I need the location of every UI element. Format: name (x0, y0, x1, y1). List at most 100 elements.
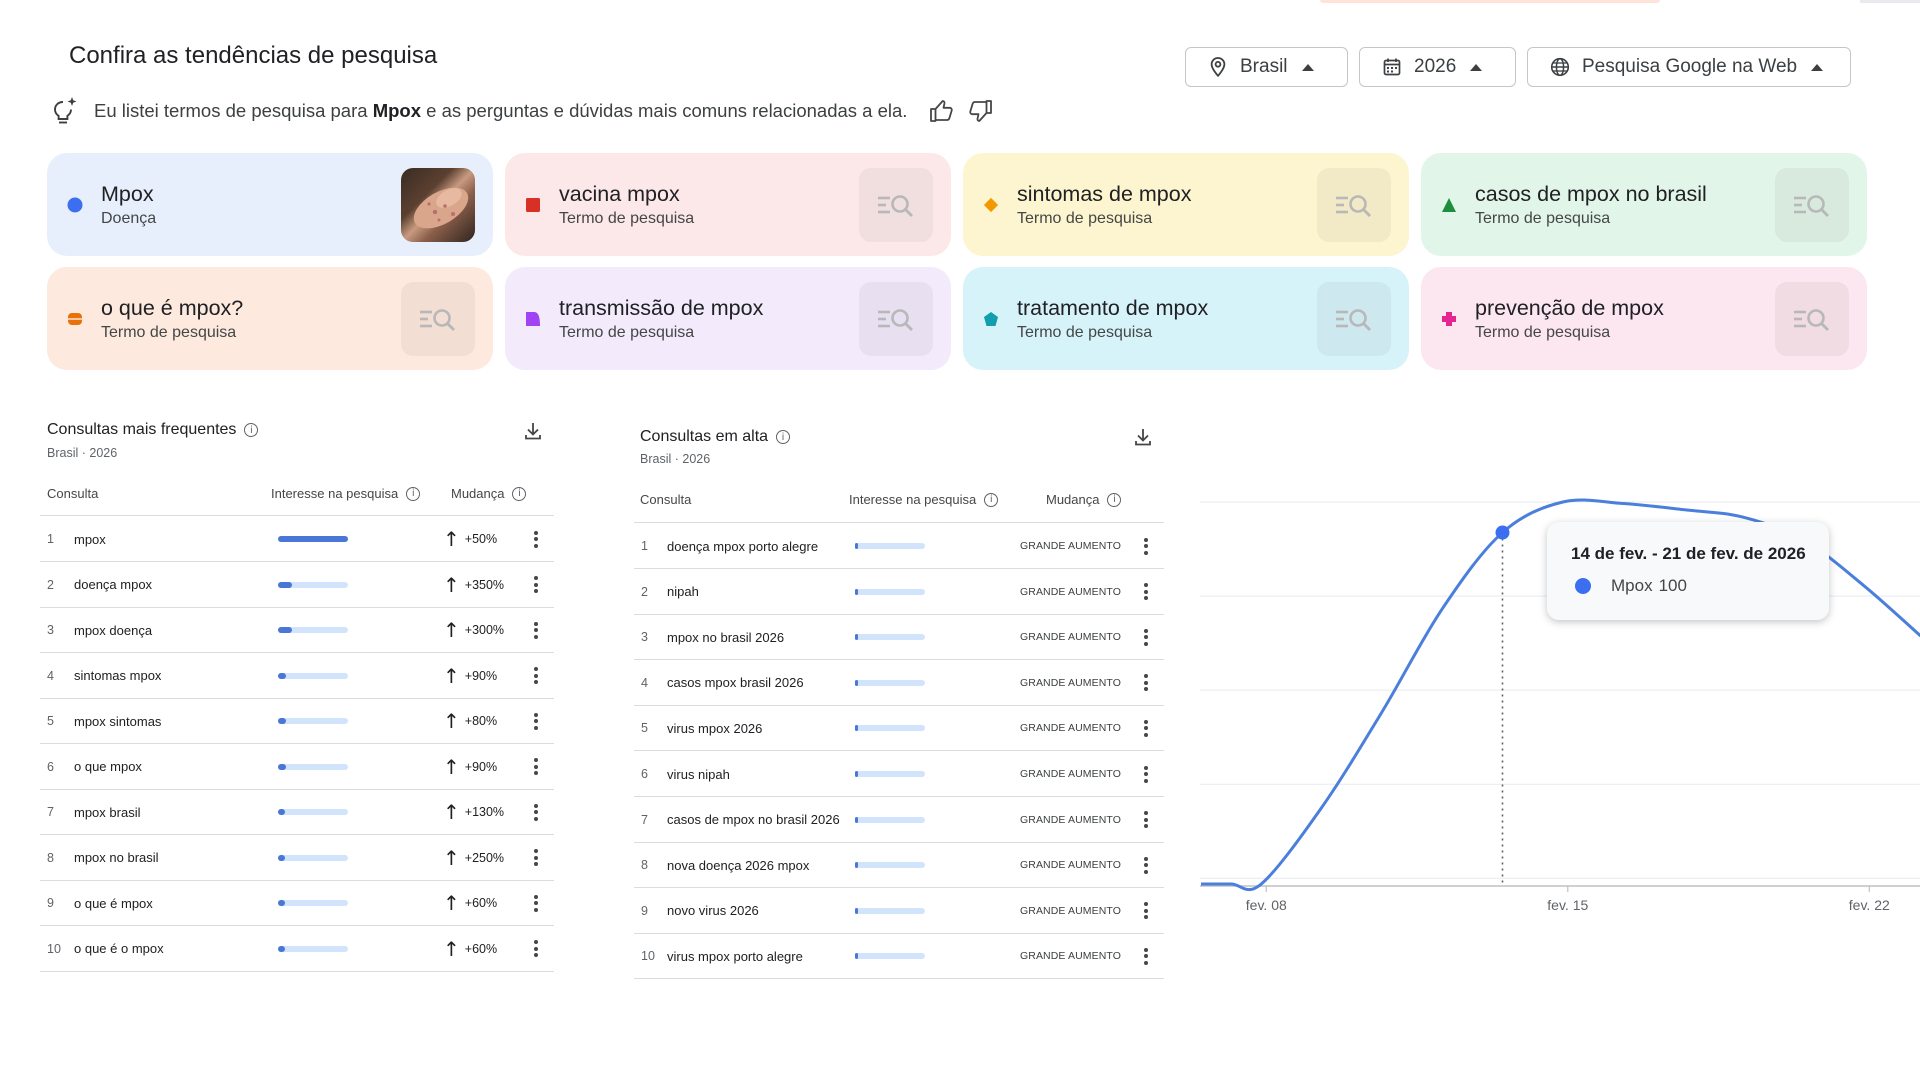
row-query[interactable]: doença mpox porto alegre (667, 539, 818, 554)
topic-card[interactable]: sintomas de mpox Termo de pesquisa (963, 153, 1409, 256)
topic-card-title: transmissão de mpox (559, 295, 764, 320)
row-query[interactable]: virus mpox 2026 (667, 721, 762, 736)
caret-up-icon (1811, 63, 1824, 71)
row-query[interactable]: mpox (74, 532, 106, 547)
location-filter-label: Brasil (1240, 56, 1288, 77)
info-icon[interactable]: i (406, 486, 421, 501)
more-options-icon[interactable] (1144, 537, 1148, 555)
info-icon[interactable]: i (1107, 492, 1122, 507)
row-query[interactable]: mpox no brasil (74, 850, 159, 865)
row-query[interactable]: o que é mpox (74, 896, 153, 911)
rising-queries-col-interest-text: Interesse na pesquisa (849, 492, 977, 507)
more-options-icon[interactable] (534, 803, 538, 821)
table-row[interactable]: 2 doença mpox ↑ +350% (40, 563, 554, 608)
info-icon[interactable]: i (984, 492, 999, 507)
more-options-icon[interactable] (1144, 719, 1148, 737)
row-query[interactable]: o que é o mpox (74, 941, 164, 956)
topic-card[interactable]: o que é mpox? Termo de pesquisa (47, 267, 493, 370)
table-row[interactable]: 8 mpox no brasil ↑ +250% (40, 836, 554, 881)
more-options-icon[interactable] (534, 667, 538, 684)
row-query[interactable]: mpox sintomas (74, 714, 161, 729)
download-icon[interactable] (1132, 426, 1154, 448)
row-query[interactable]: o que mpox (74, 759, 142, 774)
download-icon[interactable] (522, 420, 544, 442)
row-query[interactable]: sintomas mpox (74, 668, 161, 683)
table-row[interactable]: 5 virus mpox 2026 GRANDE AUMENTO (634, 706, 1164, 752)
top-queries-col-interest-text: Interesse na pesquisa (271, 486, 399, 501)
row-rank: 10 (641, 949, 655, 964)
table-row[interactable]: 1 mpox ↑ +50% (40, 517, 554, 562)
more-options-icon[interactable] (534, 576, 538, 593)
row-query[interactable]: casos mpox brasil 2026 (667, 675, 804, 690)
more-options-icon[interactable] (534, 530, 538, 548)
table-row[interactable]: 8 nova doença 2026 mpox GRANDE AUMENTO (634, 843, 1164, 889)
more-options-icon[interactable] (534, 849, 538, 866)
topic-card-subtitle: Termo de pesquisa (559, 323, 695, 341)
more-options-icon[interactable] (1144, 628, 1148, 646)
more-options-icon[interactable] (1144, 902, 1148, 920)
table-row[interactable]: 6 o que mpox ↑ +90% (40, 745, 554, 790)
top-accent-bar (1320, 0, 1660, 3)
table-row[interactable]: 5 mpox sintomas ↑ +80% (40, 699, 554, 744)
rising-queries-col-interest: Interesse na pesquisa i (849, 492, 999, 507)
thumbs-up-icon[interactable] (929, 99, 955, 123)
more-options-icon[interactable] (1144, 583, 1148, 601)
table-row[interactable]: 7 casos de mpox no brasil 2026 GRANDE AUME… (634, 798, 1164, 843)
more-options-icon[interactable] (1144, 947, 1148, 965)
table-row[interactable]: 9 o que é mpox ↑ +60% (40, 881, 554, 926)
more-options-icon[interactable] (534, 712, 538, 730)
topic-card[interactable]: transmissão de mpox Termo de pesquisa (505, 267, 951, 370)
table-row[interactable]: 9 novo virus 2026 GRANDE AUMENTO (634, 889, 1164, 934)
interest-bar-fill (855, 907, 858, 914)
row-query[interactable]: mpox brasil (74, 805, 140, 820)
tooltip-series-name: Mpox (1611, 576, 1653, 595)
highlight-point[interactable] (1495, 525, 1510, 540)
topic-card[interactable]: Mpox Doença (47, 153, 493, 256)
row-query[interactable]: doença mpox (74, 577, 152, 592)
table-row[interactable]: 10 virus mpox porto alegre GRANDE AUMENTO (634, 934, 1164, 980)
row-query[interactable]: virus mpox porto alegre (667, 949, 803, 964)
interest-bar (278, 945, 348, 952)
info-icon[interactable]: i (244, 423, 259, 437)
more-options-icon[interactable] (534, 940, 538, 957)
topic-card[interactable]: casos de mpox no brasil Termo de pesquisa (1421, 153, 1867, 256)
topic-card[interactable]: tratamento de mpox Termo de pesquisa (963, 267, 1409, 370)
table-row[interactable]: 6 virus nipah GRANDE AUMENTO (634, 752, 1164, 797)
row-query[interactable]: nipah (667, 584, 699, 599)
row-query[interactable]: nova doença 2026 mpox (667, 858, 809, 873)
table-row[interactable]: 10 o que é o mpox ↑ +60% (40, 927, 554, 972)
more-options-icon[interactable] (534, 621, 538, 639)
thumbs-down-icon[interactable] (967, 99, 993, 123)
table-row[interactable]: 1 doença mpox porto alegre GRANDE AUMENTO (634, 524, 1164, 569)
year-filter-button[interactable]: 2026 (1359, 47, 1516, 87)
arrow-up-icon: ↑ (443, 572, 460, 597)
triangle-marker-icon (1442, 197, 1456, 212)
row-query[interactable]: casos de mpox no brasil 2026 (667, 812, 840, 827)
table-row[interactable]: 2 nipah GRANDE AUMENTO (634, 570, 1164, 615)
table-row[interactable]: 4 sintomas mpox ↑ +90% (40, 654, 554, 699)
more-options-icon[interactable] (534, 894, 538, 912)
more-options-icon[interactable] (1144, 765, 1148, 783)
info-icon[interactable]: i (512, 486, 527, 501)
table-row[interactable]: 7 mpox brasil ↑ +130% (40, 790, 554, 835)
row-query[interactable]: virus nipah (667, 767, 730, 782)
more-options-icon[interactable] (534, 758, 538, 775)
more-options-icon[interactable] (1144, 856, 1148, 874)
topic-card[interactable]: vacina mpox Termo de pesquisa (505, 153, 951, 256)
row-change: ↑ +250% (443, 848, 504, 868)
row-rank: 8 (47, 850, 54, 865)
table-row[interactable]: 3 mpox doença ↑ +300% (40, 608, 554, 653)
row-query[interactable]: novo virus 2026 (667, 903, 759, 918)
row-query[interactable]: mpox doença (74, 623, 152, 638)
search-property-filter-button[interactable]: Pesquisa Google na Web (1527, 47, 1851, 87)
more-options-icon[interactable] (1144, 674, 1148, 692)
row-change-value: GRANDE AUMENTO (1020, 950, 1121, 963)
more-options-icon[interactable] (1144, 811, 1148, 829)
topic-card[interactable]: prevenção de mpox Termo de pesquisa (1421, 267, 1867, 370)
info-icon[interactable]: i (776, 430, 791, 444)
table-row[interactable]: 3 mpox no brasil 2026 GRANDE AUMENTO (634, 615, 1164, 661)
row-change-value: +60% (464, 896, 498, 910)
location-filter-button[interactable]: Brasil (1185, 47, 1348, 87)
table-row[interactable]: 4 casos mpox brasil 2026 GRANDE AUMENTO (634, 661, 1164, 706)
row-query[interactable]: mpox no brasil 2026 (667, 630, 784, 645)
